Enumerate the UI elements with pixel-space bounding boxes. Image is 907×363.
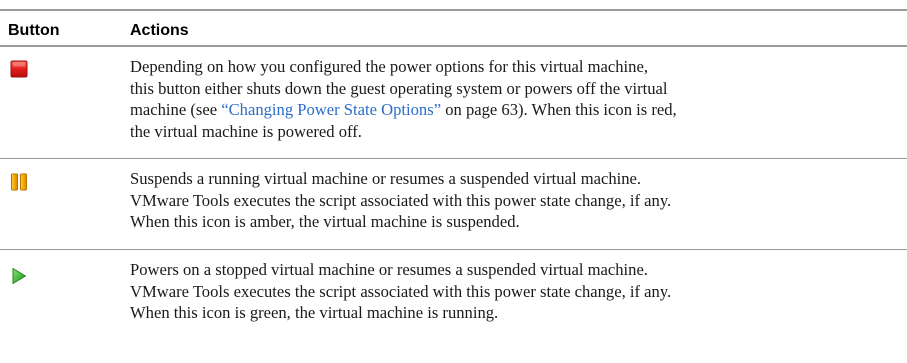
table-row-stop: Depending on how you configured the powe… <box>0 47 907 159</box>
row-description: Depending on how you configured the powe… <box>130 56 900 142</box>
description-line: this button either shuts down the guest … <box>130 78 668 98</box>
description-text: machine (see <box>130 100 222 119</box>
description-line: the virtual machine is powered off. <box>130 121 362 141</box>
row-description: Powers on a stopped virtual machine or r… <box>130 259 900 324</box>
description-line: When this icon is green, the virtual mac… <box>130 303 499 322</box>
description-line: Suspends a running virtual machine or re… <box>130 169 642 188</box>
table-row-play: Powers on a stopped virtual machine or r… <box>0 250 907 363</box>
table-header: Button Actions <box>0 11 907 47</box>
header-button: Button <box>8 22 60 39</box>
header-actions: Actions <box>130 22 189 39</box>
description-line: VMware Tools executes the script associa… <box>130 190 672 210</box>
table-row-pause: Suspends a running virtual machine or re… <box>0 159 907 250</box>
play-icon <box>10 267 28 290</box>
description-line: machine (see “Changing Power State Optio… <box>130 99 900 121</box>
stop-icon <box>10 60 28 83</box>
description-line: Depending on how you configured the powe… <box>130 57 648 76</box>
row-description: Suspends a running virtual machine or re… <box>130 168 900 233</box>
description-text: on page 63). When this icon is red, <box>441 100 677 119</box>
description-line: Powers on a stopped virtual machine or r… <box>130 260 648 279</box>
changing-power-state-options-link[interactable]: “Changing Power State Options” <box>221 100 441 119</box>
description-line: When this icon is amber, the virtual mac… <box>130 212 520 231</box>
pause-icon <box>10 173 28 196</box>
description-line: VMware Tools executes the script associa… <box>130 281 672 301</box>
